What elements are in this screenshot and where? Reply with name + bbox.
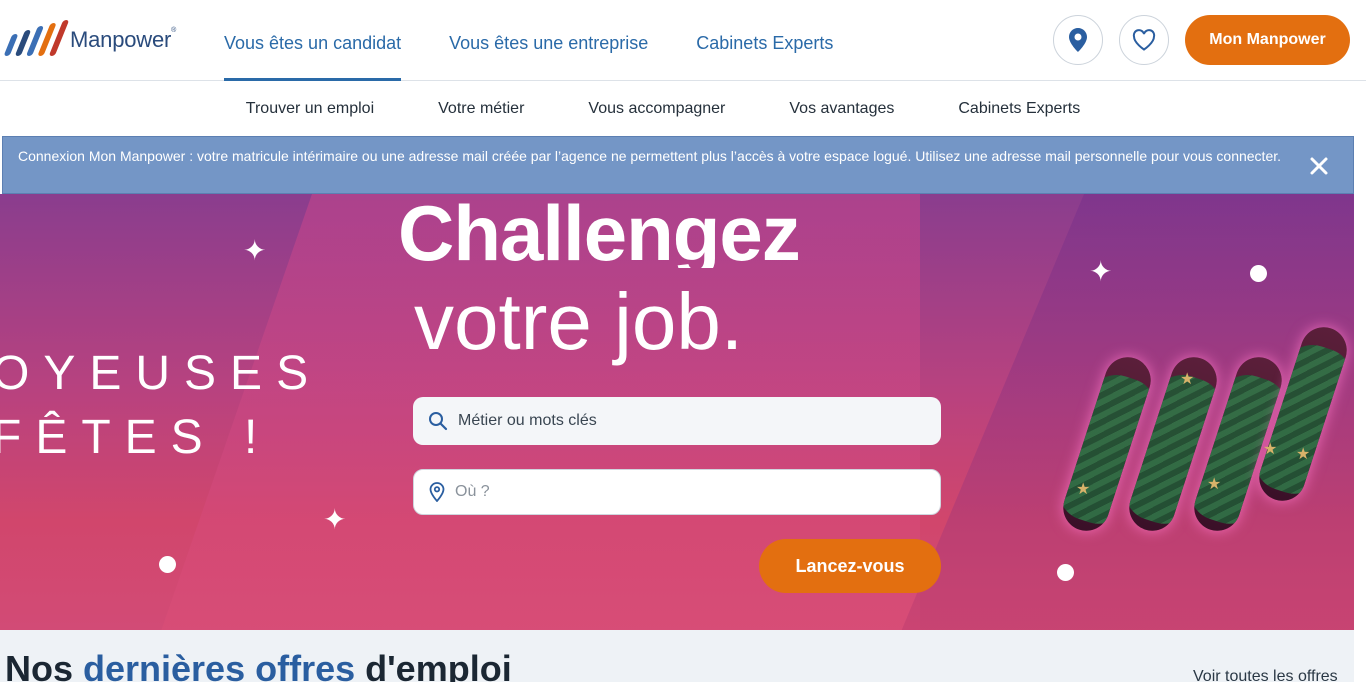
heart-icon (1132, 29, 1156, 51)
manpower-logo[interactable]: Manpower® (3, 20, 177, 60)
sparkle-icon: ✦ (1089, 256, 1113, 287)
star-icon: ★ (1076, 481, 1091, 498)
login-notice-banner: Connexion Mon Manpower : votre matricule… (2, 136, 1354, 194)
job-search-field[interactable] (413, 397, 941, 445)
decorative-dot (159, 556, 176, 573)
star-icon: ★ (1296, 446, 1311, 463)
subnav-vos-avantages[interactable]: Vos avantages (789, 82, 894, 136)
subnav-vous-accompagner[interactable]: Vous accompagner (588, 82, 725, 136)
section-title: Nos dernières offres d'emploi (5, 648, 512, 682)
job-search-input[interactable] (458, 412, 898, 430)
search-icon (429, 412, 448, 431)
map-pin-icon (429, 482, 445, 502)
sub-nav: Trouver un emploi Votre métier Vous acco… (0, 82, 1366, 136)
decorative-dot (1057, 564, 1074, 581)
nav-cabinets-experts[interactable]: Cabinets Experts (696, 0, 833, 81)
sparkle-icon: ✦ (323, 504, 347, 535)
location-button[interactable] (1053, 15, 1103, 65)
favorites-button[interactable] (1119, 15, 1169, 65)
location-search-field[interactable] (413, 469, 941, 515)
subnav-cabinets-experts[interactable]: Cabinets Experts (958, 82, 1080, 136)
search-submit-button[interactable]: Lancez-vous (759, 539, 941, 593)
subnav-trouver-emploi[interactable]: Trouver un emploi (246, 82, 374, 136)
mon-manpower-button[interactable]: Mon Manpower (1185, 15, 1350, 65)
notice-text: Connexion Mon Manpower : votre matricule… (18, 148, 1282, 164)
latest-jobs-section: Nos dernières offres d'emploi Voir toute… (0, 630, 1354, 682)
hero-headline-bold: Challengez (398, 194, 800, 268)
top-header: Manpower® Vous êtes un candidat Vous ête… (0, 0, 1366, 81)
holiday-text-line1: OYEUSES (0, 347, 323, 400)
subnav-votre-metier[interactable]: Votre métier (438, 82, 524, 136)
sparkle-icon: ✦ (243, 235, 267, 266)
map-pin-icon (1069, 28, 1087, 52)
logo-marks-icon (3, 20, 70, 60)
decorative-dot (1250, 265, 1267, 282)
main-nav: Vous êtes un candidat Vous êtes une entr… (224, 0, 833, 81)
star-icon: ★ (1207, 476, 1222, 493)
star-icon: ★ (1180, 371, 1195, 388)
logo-wordmark: Manpower® (70, 27, 177, 52)
see-all-jobs-link[interactable]: Voir toutes les offres (1193, 668, 1338, 682)
hero-headline-light: votre job. (414, 277, 744, 366)
nav-candidat[interactable]: Vous êtes un candidat (224, 0, 402, 81)
hero-banner: OYEUSES FÊTES ! ✦ ✦ ✦ Challengez votre j… (0, 194, 1354, 630)
star-icon: ★ (1263, 441, 1278, 458)
holiday-text-line2: FÊTES ! (0, 411, 272, 464)
location-search-input[interactable] (455, 483, 895, 501)
close-icon[interactable] (1307, 154, 1331, 178)
nav-entreprise[interactable]: Vous êtes une entreprise (449, 0, 648, 81)
